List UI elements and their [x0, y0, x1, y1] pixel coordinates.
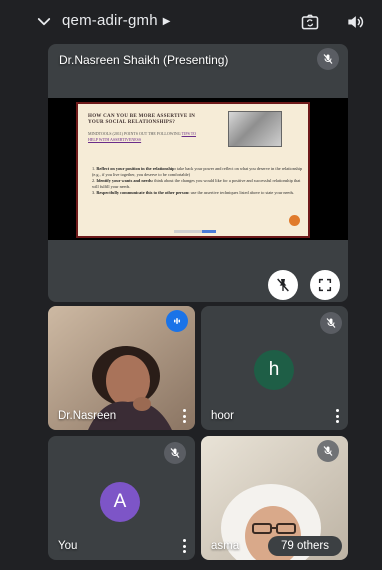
- participant-name: Dr.Nasreen: [58, 410, 117, 422]
- participant-tile-you[interactable]: A You: [48, 436, 195, 560]
- mic-off-icon: [164, 442, 186, 464]
- speaker-icon[interactable]: [345, 12, 365, 32]
- meeting-code: qem-adir-gmh: [62, 12, 158, 29]
- camera-switch-icon[interactable]: [300, 12, 320, 32]
- avatar: A: [100, 482, 140, 522]
- avatar: h: [254, 350, 294, 390]
- presentation-slide: HOW CAN YOU BE MORE ASSERTIVE IN YOUR SO…: [76, 102, 310, 238]
- presenter-label: Dr.Nasreen Shaikh (Presenting): [59, 53, 229, 67]
- slide-item: 1. Reflect on your position in the relat…: [92, 166, 303, 177]
- slide-list: 1. Reflect on your position in the relat…: [92, 166, 304, 196]
- chevron-down-icon[interactable]: [34, 12, 54, 32]
- slide-photo: [228, 111, 282, 147]
- slide-decor-dot: [289, 215, 300, 226]
- slide-progress-bar: [174, 230, 216, 233]
- participant-name: You: [58, 540, 78, 552]
- top-bar: qem-adir-gmh ▶: [0, 0, 382, 44]
- pin-off-icon: [277, 278, 289, 292]
- participant-name: hoor: [211, 410, 235, 422]
- more-options-icon[interactable]: [180, 537, 188, 555]
- fullscreen-button[interactable]: [310, 270, 340, 300]
- participant-tile-hoor[interactable]: h hoor: [201, 306, 348, 430]
- others-count-button[interactable]: 79 others: [268, 536, 342, 556]
- mic-off-icon: [320, 312, 342, 334]
- participant-tile-drnasreen[interactable]: Dr.Nasreen: [48, 306, 195, 430]
- caret-right-icon: ▶: [162, 16, 171, 27]
- participant-name: asma: [211, 540, 240, 552]
- slide-title: HOW CAN YOU BE MORE ASSERTIVE IN YOUR SO…: [88, 114, 196, 125]
- slide-subtitle: MINDTOOLS (2011) POINTS OUT THE FOLLOWIN…: [88, 131, 196, 142]
- slide-item: 3. Respectfully communicate this to the …: [92, 190, 295, 195]
- presentation-tile[interactable]: Dr.Nasreen Shaikh (Presenting) HOW CAN Y…: [48, 44, 348, 302]
- speaking-indicator-icon: [166, 310, 188, 332]
- shared-screen: HOW CAN YOU BE MORE ASSERTIVE IN YOUR SO…: [48, 98, 348, 240]
- more-options-icon[interactable]: [180, 407, 188, 425]
- unpin-button[interactable]: [268, 270, 298, 300]
- fullscreen-icon: [318, 278, 332, 292]
- meeting-title[interactable]: qem-adir-gmh ▶: [62, 12, 171, 29]
- slide-item: 2. Identify your wants and needs: think …: [92, 178, 301, 189]
- mic-off-icon: [317, 48, 339, 70]
- more-options-icon[interactable]: [333, 407, 341, 425]
- mic-off-icon: [317, 440, 339, 462]
